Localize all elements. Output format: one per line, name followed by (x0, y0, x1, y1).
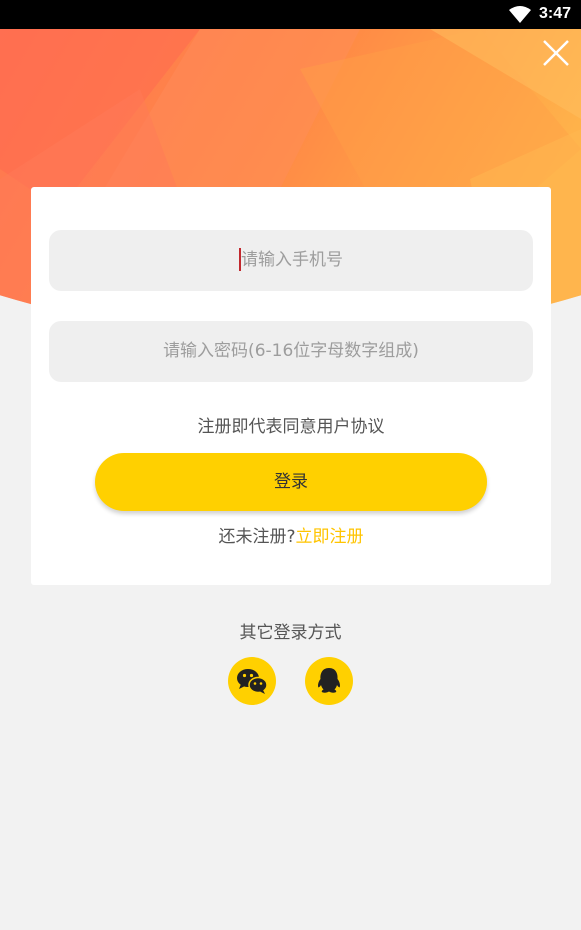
password-placeholder: 请输入密码(6-16位字母数字组成) (163, 341, 419, 361)
phone-placeholder: 请输入手机号 (241, 250, 343, 270)
wechat-icon (237, 669, 268, 694)
login-card: 请输入手机号 请输入密码(6-16位字母数字组成) 注册即代表同意用户协议 登录… (31, 187, 551, 585)
login-button[interactable]: 登录 (95, 453, 487, 511)
status-time: 3:47 (538, 5, 571, 22)
register-prompt: 还未注册? (218, 527, 296, 547)
register-link[interactable]: 立即注册 (296, 527, 364, 547)
other-login-title: 其它登录方式 (239, 623, 342, 643)
qq-login-button[interactable] (305, 657, 353, 705)
qq-icon (318, 668, 340, 693)
user-agreement-link[interactable]: 注册即代表同意用户协议 (31, 415, 551, 439)
close-icon[interactable] (541, 38, 571, 68)
register-row: 还未注册?立即注册 (31, 525, 551, 549)
text-cursor (239, 247, 241, 271)
status-bar: 3:47 (0, 0, 581, 29)
password-input[interactable]: 请输入密码(6-16位字母数字组成) (49, 321, 533, 382)
wechat-login-button[interactable] (228, 657, 276, 705)
phone-input[interactable]: 请输入手机号 (49, 230, 533, 291)
wifi-icon (509, 6, 531, 23)
